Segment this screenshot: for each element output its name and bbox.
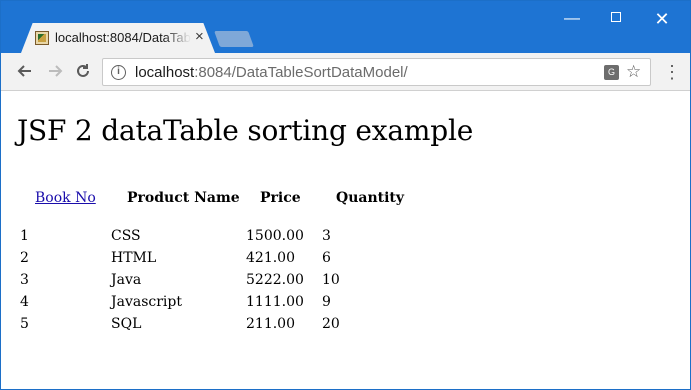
- url-host: localhost: [135, 64, 195, 81]
- browser-window: localhost:8084/DataTableSortDataModel/ ×…: [0, 0, 691, 390]
- price-cell: 1111.00: [246, 294, 304, 310]
- product-name-cell: Javascript: [111, 294, 182, 310]
- product-name-cell: SQL: [111, 316, 142, 332]
- forward-arrow-svg: [49, 65, 63, 77]
- page-content: JSF 2 dataTable sorting example Book No …: [1, 92, 690, 389]
- url-text[interactable]: localhost:8084/DataTableSortDataModel/: [135, 64, 408, 81]
- quantity-header: Quantity: [336, 190, 405, 206]
- tab-close-icon[interactable]: ×: [195, 28, 204, 46]
- bookmark-star-icon[interactable]: ☆: [626, 62, 641, 82]
- favicon-icon: [35, 31, 49, 45]
- product-name-cell: Java: [111, 272, 142, 288]
- back-arrow-svg: [17, 65, 31, 77]
- price-header: Price: [260, 190, 301, 206]
- reload-svg: [77, 64, 89, 77]
- price-cell: 5222.00: [246, 272, 304, 288]
- page-title: JSF 2 dataTable sorting example: [17, 114, 474, 147]
- book-no-cell: 5: [20, 316, 29, 332]
- tab-title: localhost:8084/DataTableSortDataModel/: [55, 30, 191, 45]
- price-cell: 421.00: [246, 250, 295, 266]
- title-bar: localhost:8084/DataTableSortDataModel/ ×…: [1, 1, 690, 53]
- info-icon[interactable]: i: [111, 65, 126, 80]
- quantity-cell: 3: [322, 228, 331, 244]
- book-no-cell: 2: [20, 250, 29, 266]
- address-bar[interactable]: i localhost:8084/DataTableSortDataModel/…: [102, 58, 651, 86]
- book-no-cell: 1: [20, 228, 29, 244]
- translate-icon[interactable]: G: [604, 65, 619, 80]
- reload-icon[interactable]: [73, 62, 93, 82]
- minimize-button[interactable]: —: [549, 7, 595, 33]
- product-name-cell: HTML: [111, 250, 157, 266]
- price-cell: 1500.00: [246, 228, 304, 244]
- product-name-header: Product Name: [127, 190, 240, 206]
- quantity-cell: 10: [322, 272, 340, 288]
- forward-arrow-icon[interactable]: [45, 62, 65, 82]
- url-path: :8084/DataTableSortDataModel/: [194, 64, 408, 81]
- product-name-cell: CSS: [111, 228, 141, 244]
- quantity-cell: 6: [322, 250, 331, 266]
- maximize-button[interactable]: [593, 7, 639, 33]
- maximize-icon: [611, 12, 621, 23]
- new-tab-button[interactable]: [214, 31, 254, 47]
- browser-toolbar: i localhost:8084/DataTableSortDataModel/…: [1, 53, 690, 91]
- book-no-sort-link[interactable]: Book No: [35, 190, 96, 206]
- close-window-button[interactable]: ✕: [639, 7, 685, 33]
- browser-menu-icon[interactable]: ⋮: [663, 62, 681, 82]
- price-cell: 211.00: [246, 316, 295, 332]
- back-arrow-icon[interactable]: [15, 62, 35, 82]
- quantity-cell: 20: [322, 316, 340, 332]
- book-no-cell: 3: [20, 272, 29, 288]
- book-no-cell: 4: [20, 294, 29, 310]
- quantity-cell: 9: [322, 294, 331, 310]
- browser-tab[interactable]: localhost:8084/DataTableSortDataModel/ ×: [21, 23, 215, 53]
